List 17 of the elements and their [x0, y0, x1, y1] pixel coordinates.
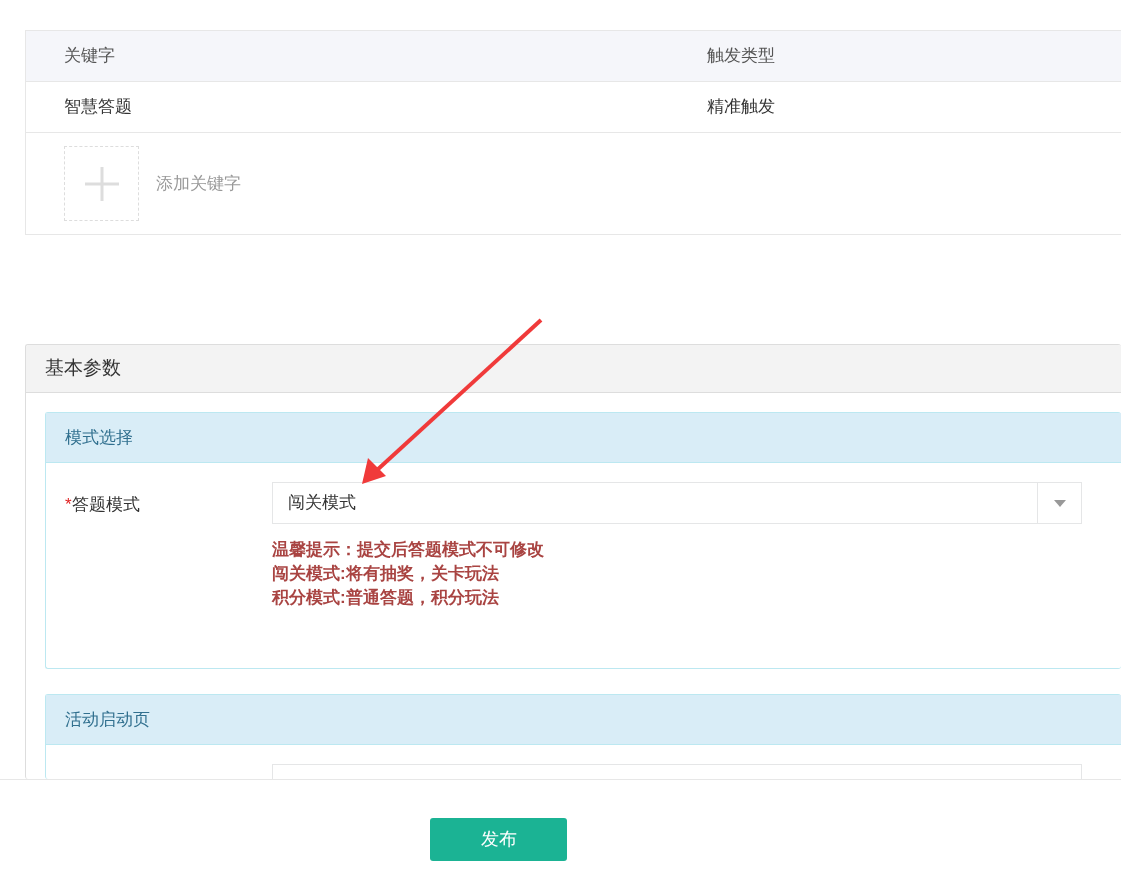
column-header: 关键字	[63, 45, 116, 68]
section-title: 活动启动页	[65, 708, 150, 731]
field-label: 答题模式	[71, 495, 140, 514]
add-keyword-label: 添加关键字	[156, 172, 241, 195]
column-header: 触发类型	[707, 45, 775, 68]
table-cell-text: 智慧答题	[63, 96, 133, 119]
required-mark: *	[65, 495, 72, 514]
plus-icon	[84, 166, 119, 201]
panel-title: 基本参数	[45, 356, 121, 381]
hint-text: 温馨提示：提交后答题模式不可修改	[272, 539, 545, 561]
section-title: 模式选择	[65, 426, 133, 449]
hint-text: 积分模式:普通答题，积分玩法	[272, 587, 500, 609]
mode-select[interactable]: 闯关模式	[272, 482, 1082, 524]
hint-text: 闯关模式:将有抽奖，关卡玩法	[272, 563, 500, 585]
add-keyword-button[interactable]	[64, 146, 139, 221]
table-cell-text: 精准触发	[707, 96, 775, 119]
caret-icon	[1053, 499, 1066, 507]
